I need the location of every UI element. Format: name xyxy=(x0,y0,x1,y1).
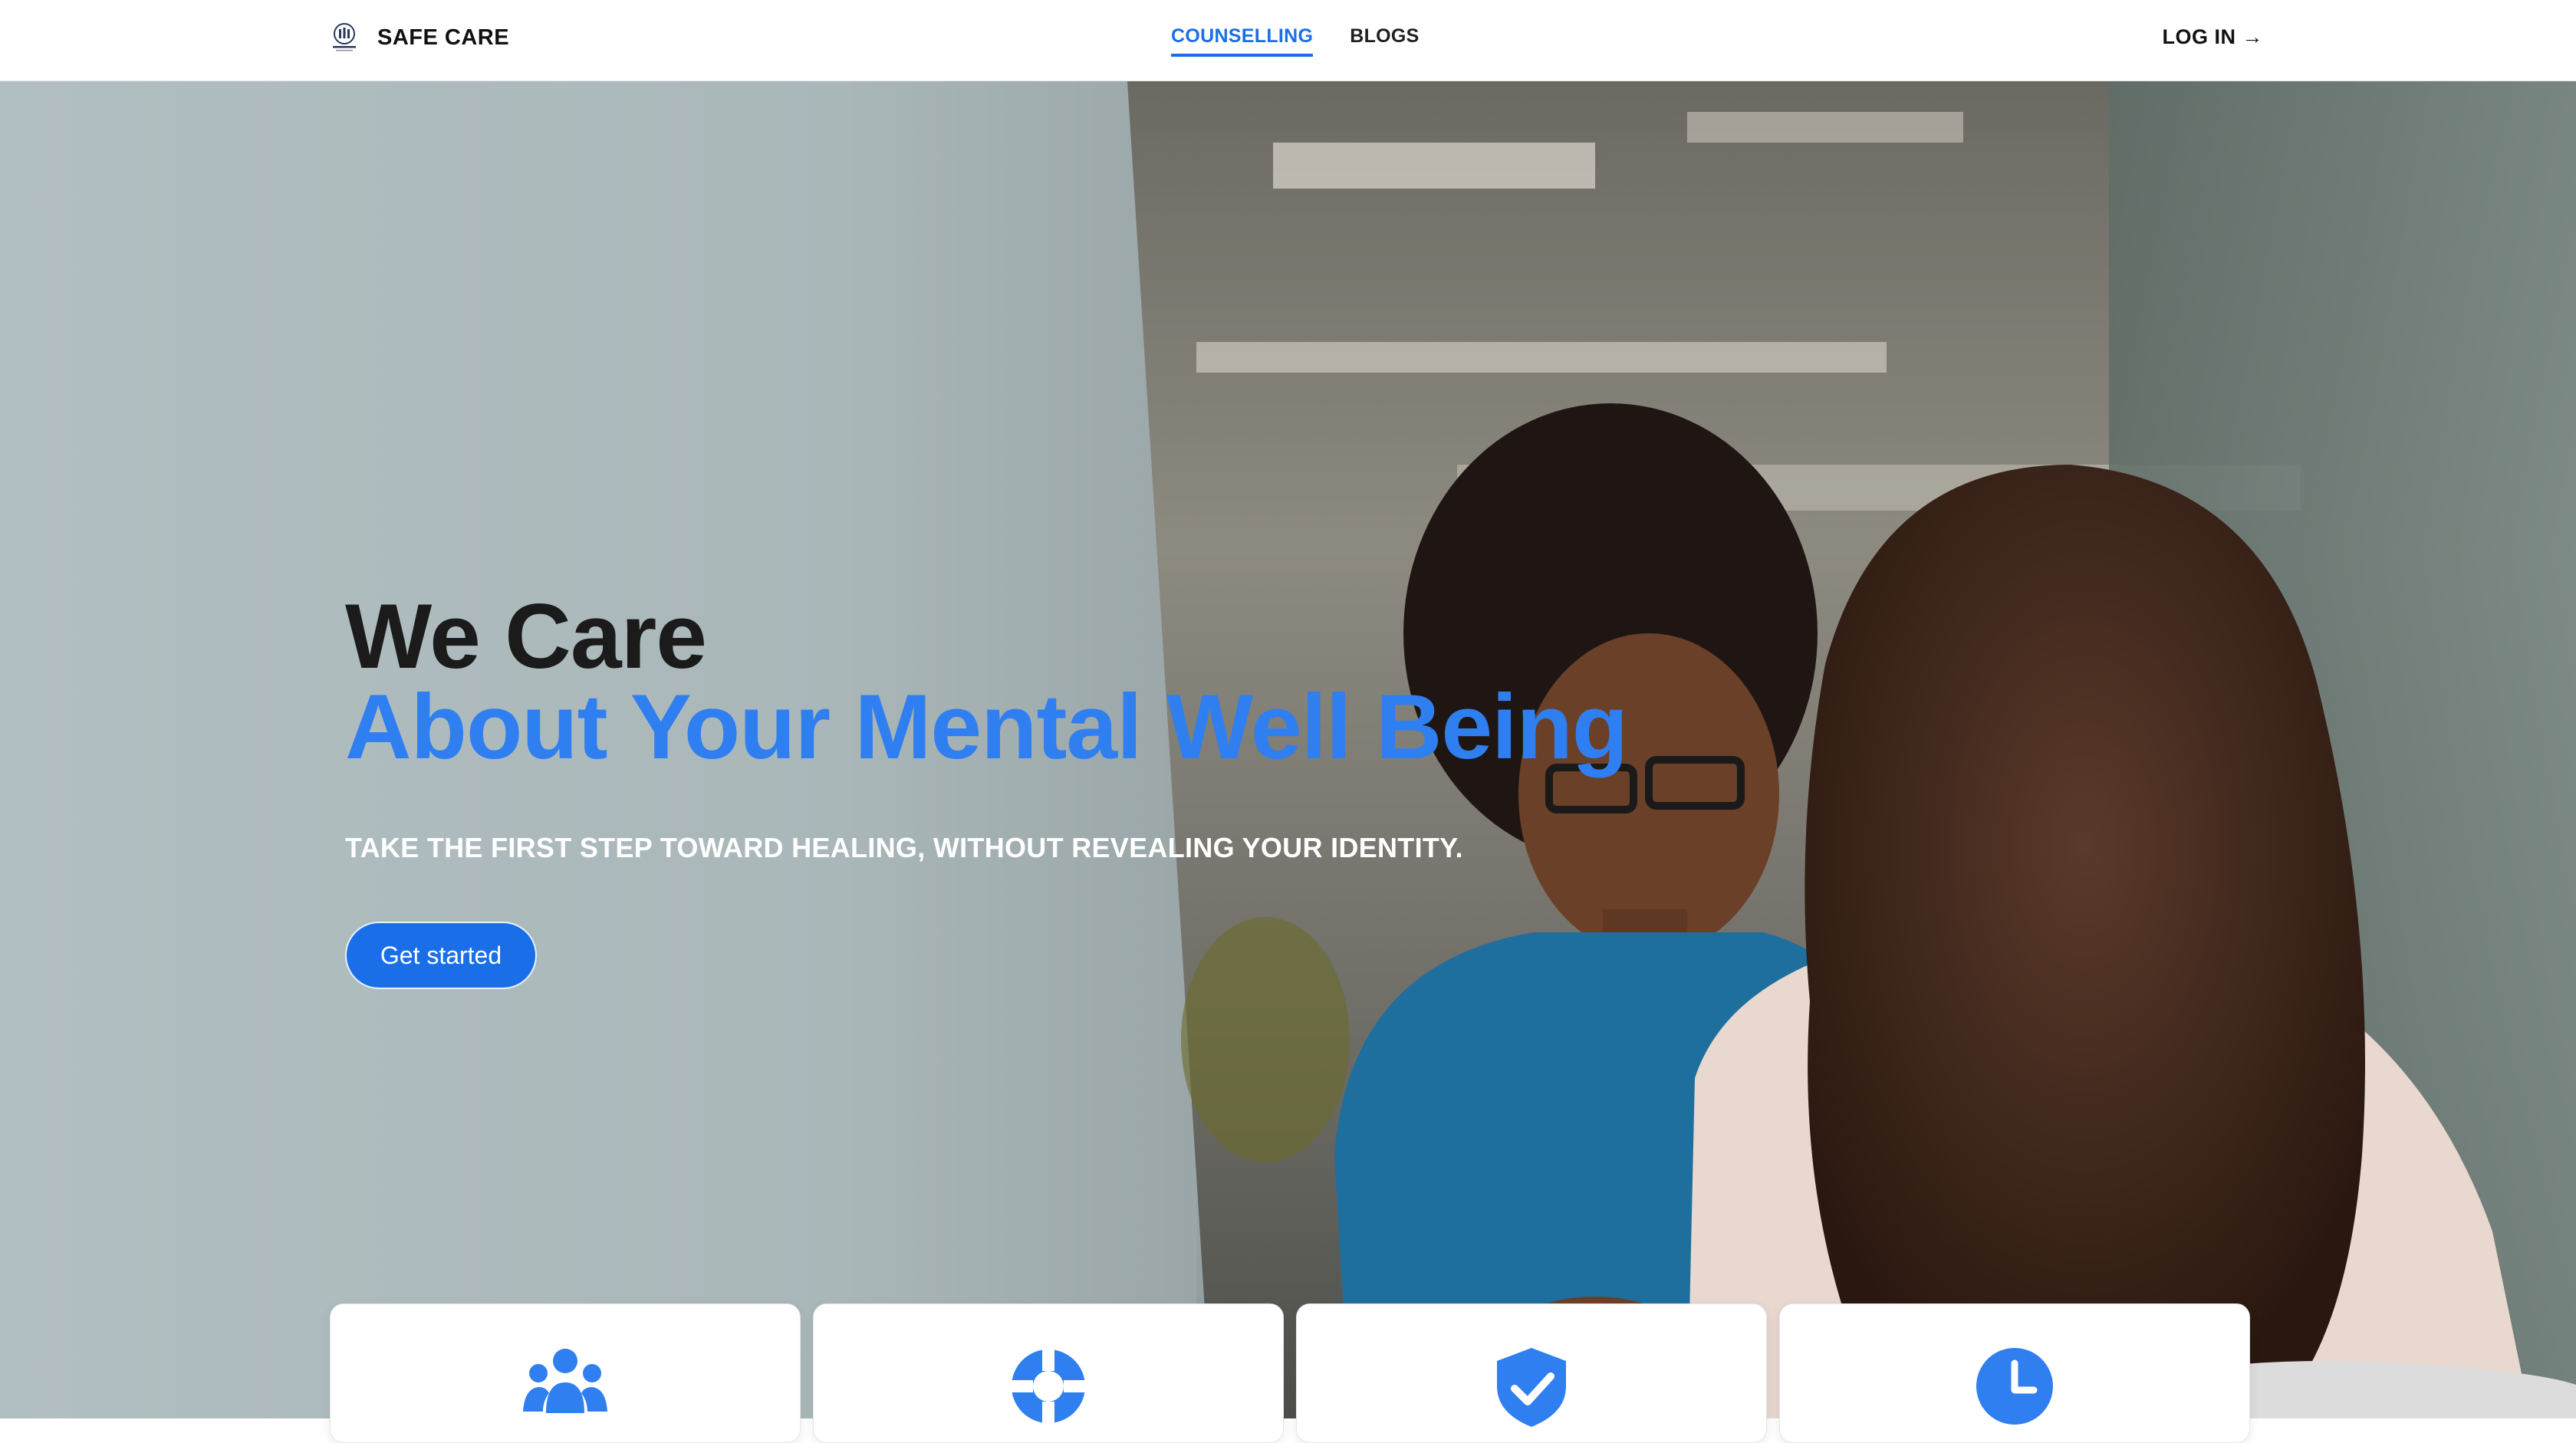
safe-care-logo-icon xyxy=(333,23,356,51)
feature-card-availability[interactable] xyxy=(1779,1303,2250,1443)
feature-card-privacy[interactable] xyxy=(1296,1303,1767,1443)
hero-title-line2: About Your Mental Well Being xyxy=(345,675,1628,778)
nav-link-blogs[interactable]: BLOGS xyxy=(1350,25,1419,57)
clock-icon xyxy=(1976,1348,2053,1425)
shield-check-icon xyxy=(1497,1348,1566,1427)
brand[interactable]: SAFE CARE xyxy=(327,20,509,55)
hero-subtitle: TAKE THE FIRST STEP TOWARD HEALING, WITH… xyxy=(345,832,1463,863)
feature-card-community[interactable] xyxy=(330,1303,801,1443)
users-icon xyxy=(523,1349,607,1413)
main-nav: COUNSELLING BLOGS xyxy=(1171,25,1420,57)
lifebuoy-icon xyxy=(1010,1348,1087,1425)
hero-content: We Care About Your Mental Well Being TAK… xyxy=(345,585,1628,864)
nav-link-counselling[interactable]: COUNSELLING xyxy=(1171,25,1314,57)
feature-cards xyxy=(330,1303,2250,1443)
top-navbar: SAFE CARE COUNSELLING BLOGS LOG IN → xyxy=(0,0,2576,81)
login-link[interactable]: LOG IN → xyxy=(2163,25,2264,49)
hero-section: We Care About Your Mental Well Being TAK… xyxy=(0,81,2576,1418)
feature-card-support[interactable] xyxy=(813,1303,1284,1443)
get-started-button[interactable]: Get started xyxy=(345,922,537,989)
brand-name: SAFE CARE xyxy=(377,25,510,50)
hero-title-line1: We Care xyxy=(345,585,707,688)
